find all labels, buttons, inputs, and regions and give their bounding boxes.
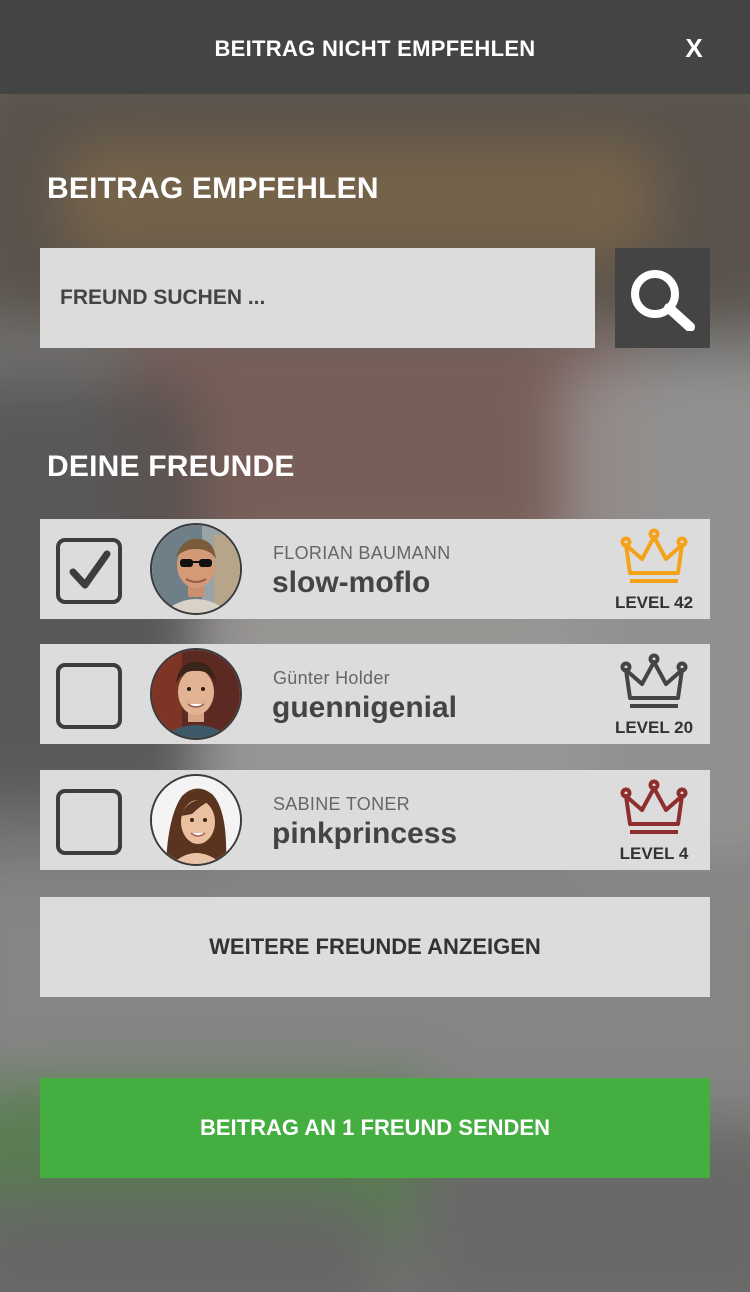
top-bar: BEITRAG NICHT EMPFEHLEN X bbox=[0, 0, 750, 94]
avatar bbox=[150, 774, 242, 866]
friend-row[interactable]: Günter Holder guennigenial LEVEL 20 bbox=[40, 644, 710, 744]
show-more-friends-button[interactable]: WEITERE FREUNDE ANZEIGEN bbox=[40, 897, 710, 997]
crown-icon bbox=[620, 779, 688, 834]
search-icon bbox=[631, 270, 695, 331]
friend-checkbox[interactable] bbox=[56, 663, 122, 729]
friend-row[interactable]: FLORIAN BAUMANN slow-moflo LEVEL 42 bbox=[40, 519, 710, 619]
friend-username: slow-moflo bbox=[272, 566, 431, 599]
crown-icon bbox=[620, 528, 688, 583]
checkmark-icon bbox=[69, 550, 111, 589]
avatar bbox=[150, 648, 242, 740]
friends-section-title: DEINE FREUNDE bbox=[47, 450, 295, 483]
friend-real-name: Günter Holder bbox=[273, 668, 390, 688]
friend-username: pinkprincess bbox=[272, 817, 458, 850]
crown-icon bbox=[620, 653, 688, 708]
friend-row[interactable]: SABINE TONER pinkprincess LEVEL 4 bbox=[40, 770, 710, 870]
friend-checkbox[interactable] bbox=[56, 789, 122, 855]
recommend-section-title: BEITRAG EMPFEHLEN bbox=[47, 172, 379, 205]
friend-real-name: SABINE TONER bbox=[273, 794, 410, 814]
header-title: BEITRAG NICHT EMPFEHLEN bbox=[214, 36, 536, 61]
friend-search-input[interactable] bbox=[40, 248, 595, 348]
search-button[interactable] bbox=[615, 248, 710, 348]
friend-checkbox[interactable] bbox=[56, 538, 122, 604]
friend-username: guennigenial bbox=[272, 691, 458, 724]
friend-level: LEVEL 42 bbox=[614, 593, 694, 612]
friend-level: LEVEL 20 bbox=[614, 718, 694, 737]
friend-real-name: FLORIAN BAUMANN bbox=[273, 543, 451, 563]
avatar bbox=[150, 523, 242, 615]
send-recommendation-button[interactable]: BEITRAG AN 1 FREUND SENDEN bbox=[40, 1078, 710, 1178]
recommend-dialog: BEITRAG NICHT EMPFEHLEN X BEITRAG EMPFEH… bbox=[0, 0, 750, 1292]
close-button[interactable]: X bbox=[682, 34, 706, 62]
friend-level: LEVEL 4 bbox=[619, 844, 689, 863]
